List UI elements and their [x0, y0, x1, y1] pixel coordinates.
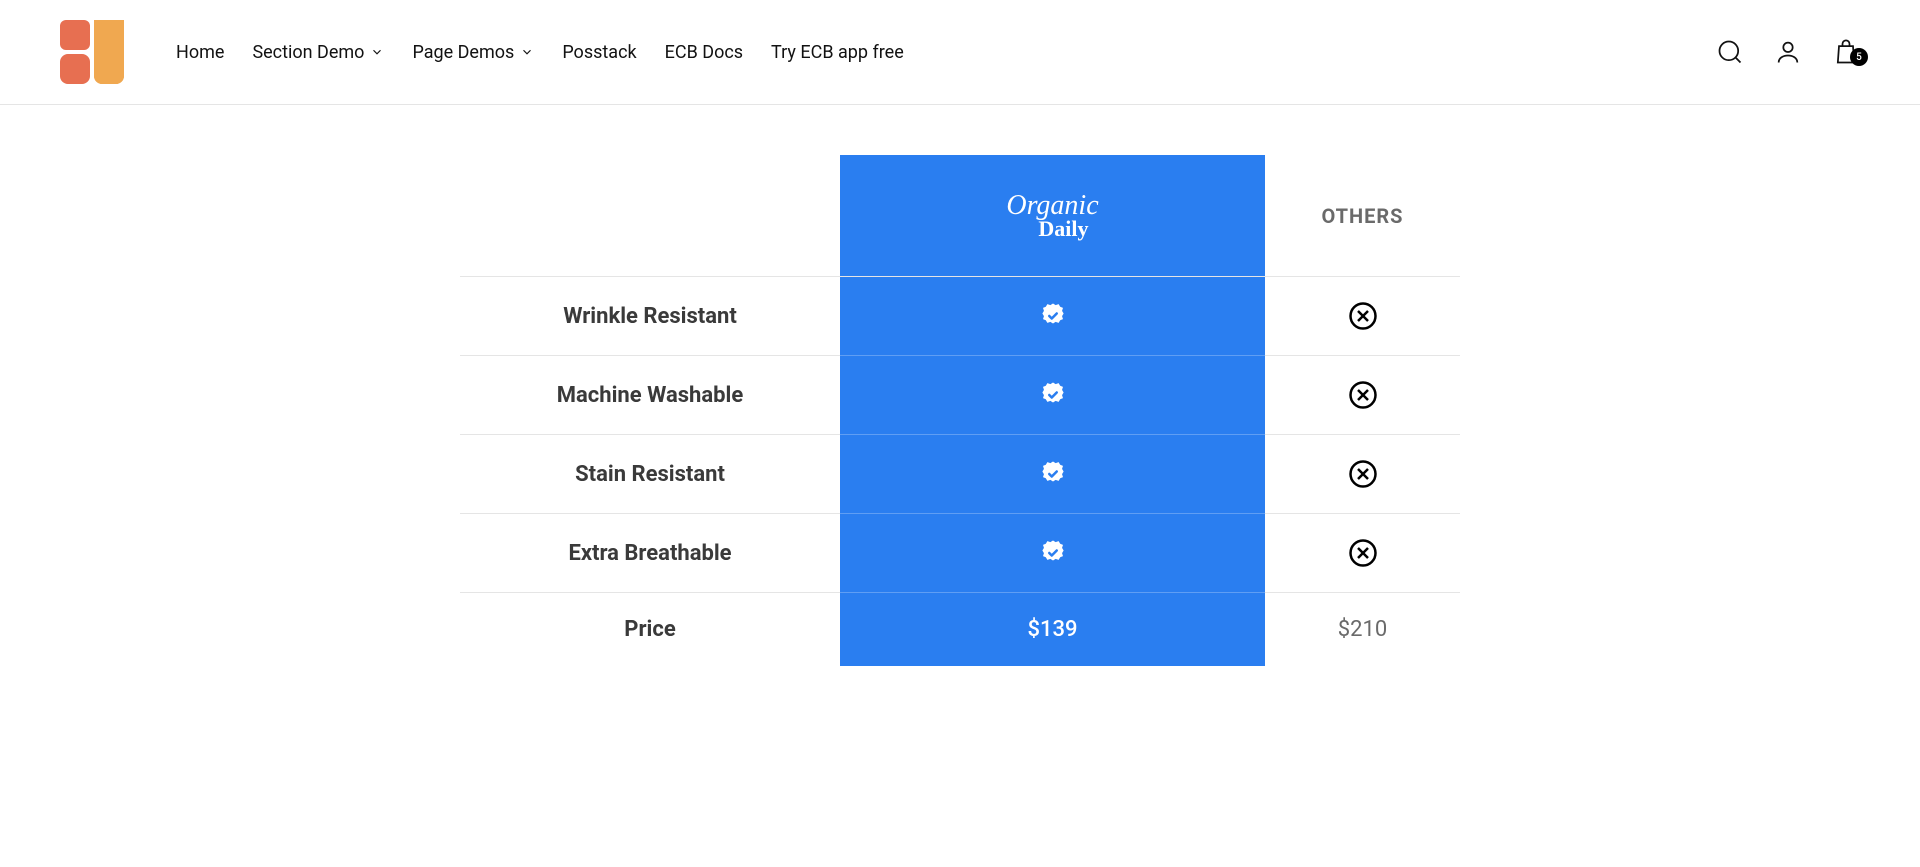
header-others-cell: OTHERS: [1265, 155, 1460, 277]
brand-value-cell: [840, 356, 1265, 435]
brand-price: $139: [1027, 617, 1077, 642]
others-label: OTHERS: [1321, 204, 1403, 228]
verified-check-icon: [1038, 538, 1068, 568]
price-label: Price: [460, 593, 840, 666]
header-right: 5: [1716, 38, 1860, 66]
brand-value-cell: [840, 514, 1265, 593]
logo-icon: [60, 20, 124, 84]
verified-check-icon: [1038, 380, 1068, 410]
nav-item-page-demos[interactable]: Page Demos: [412, 42, 534, 63]
table-row: Machine Washable: [460, 356, 1460, 435]
x-circle-icon: [1348, 538, 1378, 568]
others-value-cell: [1265, 356, 1460, 435]
main-content: Organic Daily OTHERS Wrinkle Resistant: [0, 105, 1920, 746]
nav-label: Section Demo: [252, 42, 364, 63]
header-brand-cell: Organic Daily: [840, 155, 1265, 277]
nav-label: Home: [176, 42, 224, 63]
brand-name-line2: Daily: [1038, 218, 1088, 240]
table-price-row: Price $139 $210: [460, 593, 1460, 666]
nav-label: Try ECB app free: [771, 42, 904, 63]
table-row: Wrinkle Resistant: [460, 277, 1460, 356]
search-button[interactable]: [1716, 38, 1744, 66]
cart-count-badge: 5: [1850, 48, 1868, 66]
chevron-down-icon: [370, 45, 384, 59]
others-price-cell: $210: [1265, 593, 1460, 666]
header-left: Home Section Demo Page Demos Posstack EC…: [60, 20, 904, 84]
comparison-table: Organic Daily OTHERS Wrinkle Resistant: [460, 155, 1460, 666]
brand-value-cell: [840, 435, 1265, 514]
brand-logo: Organic Daily: [1006, 192, 1098, 240]
verified-check-icon: [1038, 301, 1068, 331]
user-icon: [1774, 38, 1802, 66]
site-logo[interactable]: [60, 20, 124, 84]
x-circle-icon: [1348, 459, 1378, 489]
table-row: Extra Breathable: [460, 514, 1460, 593]
header-empty-cell: [460, 155, 840, 277]
brand-value-cell: [840, 277, 1265, 356]
feature-label: Wrinkle Resistant: [460, 277, 840, 356]
others-price: $210: [1338, 617, 1387, 642]
table-row: Stain Resistant: [460, 435, 1460, 514]
search-icon: [1716, 38, 1744, 66]
x-circle-icon: [1348, 380, 1378, 410]
others-value-cell: [1265, 435, 1460, 514]
nav-label: Page Demos: [412, 42, 514, 63]
verified-check-icon: [1038, 459, 1068, 489]
feature-label: Stain Resistant: [460, 435, 840, 514]
others-value-cell: [1265, 277, 1460, 356]
account-button[interactable]: [1774, 38, 1802, 66]
nav-item-home[interactable]: Home: [176, 42, 224, 63]
feature-label: Machine Washable: [460, 356, 840, 435]
nav-label: Posstack: [562, 42, 636, 63]
site-header: Home Section Demo Page Demos Posstack EC…: [0, 0, 1920, 105]
chevron-down-icon: [520, 45, 534, 59]
nav-label: ECB Docs: [665, 42, 743, 63]
nav-item-ecb-docs[interactable]: ECB Docs: [665, 42, 743, 63]
others-value-cell: [1265, 514, 1460, 593]
main-nav: Home Section Demo Page Demos Posstack EC…: [176, 42, 904, 63]
nav-item-try-ecb[interactable]: Try ECB app free: [771, 42, 904, 63]
table-header-row: Organic Daily OTHERS: [460, 155, 1460, 277]
nav-item-posstack[interactable]: Posstack: [562, 42, 636, 63]
cart-button[interactable]: 5: [1832, 38, 1860, 66]
nav-item-section-demo[interactable]: Section Demo: [252, 42, 384, 63]
feature-label: Extra Breathable: [460, 514, 840, 593]
x-circle-icon: [1348, 301, 1378, 331]
brand-price-cell: $139: [840, 593, 1265, 666]
